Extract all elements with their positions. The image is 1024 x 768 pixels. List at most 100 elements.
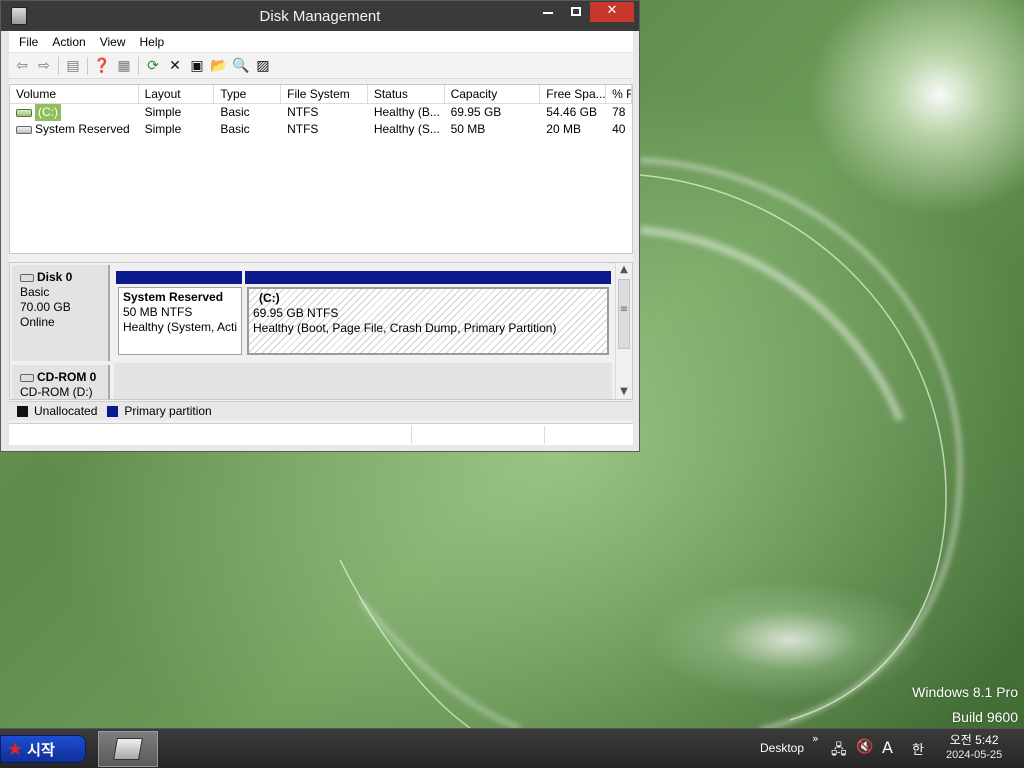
primary-partition-swatch [107,405,119,417]
file-system-cell: NTFS [287,122,319,136]
volume-row[interactable]: System Reserved Simple Basic NTFS Health… [10,121,632,138]
toolbar-separator [87,56,88,75]
disk-state: Online [20,315,55,329]
taskbar: ★ 시작 Desktop » 🖧 🔇 A 한 오전 5:42 2024-05-2… [0,728,1024,768]
disk-graph-pane[interactable]: Disk 0 Basic 70.00 GB Online System Rese… [9,262,633,400]
delete-icon[interactable]: ✕ [164,55,186,77]
scroll-down-icon[interactable]: ▼ [616,385,632,399]
cdrom-media-area[interactable] [114,363,612,399]
clock-time: 오전 5:42 [949,733,999,747]
maximize-icon [571,7,581,16]
toolbar-chevron-icon[interactable]: » [812,732,819,745]
close-button[interactable]: ✕ [590,2,634,22]
free-space-cell: 20 MB [546,122,581,136]
partition-size: 50 MB NTFS [123,305,193,319]
column-header-status[interactable]: Status [368,85,445,103]
partition-status: Healthy (System, Acti [123,320,238,334]
partition-header-system-reserved [116,271,242,284]
file-system-cell: NTFS [287,105,319,119]
vertical-scrollbar[interactable]: ▲ ≡ ▼ [615,263,632,399]
cdrom-icon [20,373,34,382]
free-space-cell: 54.46 GB [546,105,597,119]
toolbar-separator [58,56,59,75]
scroll-up-icon[interactable]: ▲ [616,263,632,277]
disk-management-window[interactable]: Disk Management ✕ File Action View Help … [0,0,640,452]
type-cell: Basic [220,122,250,136]
column-header-percent-free[interactable]: % F [606,85,632,103]
os-edition-watermark: Windows 8.1 Pro [912,684,1018,700]
partition-name: System Reserved [123,290,224,304]
console-tree-icon[interactable]: ▤ [62,55,84,77]
start-label: 시작 [27,740,55,759]
minimize-button[interactable] [535,2,561,22]
menu-action[interactable]: Action [45,35,92,49]
menu-help[interactable]: Help [133,35,172,49]
disk-name: Disk 0 [37,270,73,284]
back-icon[interactable]: ⇦ [11,55,33,77]
clock-date: 2024-05-25 [946,749,1003,761]
volume-muted-icon[interactable]: 🔇 [856,739,873,755]
menu-view[interactable]: View [93,35,133,49]
disk-name: CD-ROM 0 [37,370,97,384]
layout-cell: Simple [144,105,182,119]
refresh-icon[interactable]: ⟳ [142,55,164,77]
forward-icon[interactable]: ⇨ [33,55,55,77]
volume-name: (C:) [35,104,61,121]
show-pane-icon[interactable]: ▦ [113,55,135,77]
volume-name: System Reserved [35,122,130,136]
ime-mode-indicator[interactable]: A [882,738,893,757]
volume-list-header: Volume Layout Type File System Status Ca… [10,85,632,104]
vertical-scroll-thumb[interactable]: ≡ [618,279,630,349]
status-divider [544,426,545,444]
column-header-layout[interactable]: Layout [139,85,215,103]
open-icon[interactable]: 📂 [208,55,230,77]
partition-size: 69.95 GB NTFS [253,306,339,320]
taskbar-disk-management[interactable] [98,731,158,767]
minimize-icon [543,12,553,14]
percent-free-cell: 78 [612,105,626,119]
window-client-area: File Action View Help ⇦ ⇨ ▤ ❓ ▦ ⟳ ✕ ▣ 📂 … [9,31,633,445]
taskbar-clock[interactable]: 오전 5:42 2024-05-25 [946,733,1002,763]
cdrom-0-label[interactable]: CD-ROM 0 CD-ROM (D:) [12,365,110,399]
menu-bar: File Action View Help [9,31,633,53]
start-button[interactable]: ★ 시작 [0,735,86,763]
disk-0-label[interactable]: Disk 0 Basic 70.00 GB Online [12,265,110,361]
network-icon[interactable]: 🖧 [831,739,847,763]
hangul-mode-indicator[interactable]: 한 [912,739,924,758]
start-star-icon: ★ [7,738,24,760]
window-titlebar[interactable]: Disk Management ✕ [1,1,639,31]
status-divider [411,426,412,444]
maximize-button[interactable] [563,2,589,22]
search-icon[interactable]: 🔍 [230,55,252,77]
status-cell: Healthy (S... [373,122,440,136]
cdrom-drive: CD-ROM (D:) [20,385,93,399]
percent-free-cell: 40 [612,122,626,136]
column-header-file-system[interactable]: File System [281,85,368,103]
legend-primary: Primary partition [124,404,212,418]
volume-name-cell: System Reserved [10,121,139,138]
help-icon[interactable]: ❓ [91,55,113,77]
volume-list[interactable]: Volume Layout Type File System Status Ca… [9,84,633,254]
status-cell: Healthy (B... [373,105,440,119]
partition-name: (C:) [259,291,280,305]
export-icon[interactable]: ▨ [252,55,274,77]
volume-row[interactable]: (C:) Simple Basic NTFS Healthy (B... 69.… [10,104,632,121]
menu-file[interactable]: File [12,35,45,49]
capacity-cell: 50 MB [450,122,486,136]
hard-disk-icon [20,273,34,282]
column-header-free-space[interactable]: Free Spa... [540,85,607,103]
volume-name-cell: (C:) [10,104,139,121]
drive-icon [16,108,32,117]
desktop-toolbar-label[interactable]: Desktop [760,741,804,755]
partition-c[interactable]: (C:) 69.95 GB NTFS Healthy (Boot, Page F… [247,287,609,355]
partition-header-c [245,271,611,284]
disk-management-taskbar-icon [113,738,143,760]
toolbar-separator [138,56,139,75]
properties-icon[interactable]: ▣ [186,55,208,77]
column-header-type[interactable]: Type [214,85,282,103]
unallocated-swatch [17,405,28,417]
column-header-volume[interactable]: Volume [10,85,139,103]
column-header-capacity[interactable]: Capacity [445,85,541,103]
partition-system-reserved[interactable]: System Reserved 50 MB NTFS Healthy (Syst… [118,287,242,355]
capacity-cell: 69.95 GB [450,105,502,119]
